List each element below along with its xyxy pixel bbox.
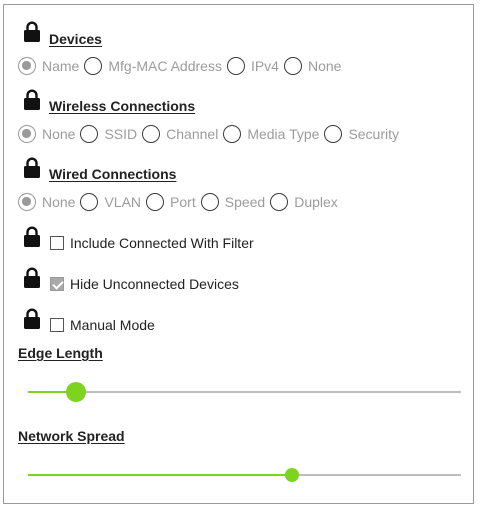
devices-option-none[interactable]: None (283, 57, 342, 75)
radio-button[interactable] (223, 125, 242, 143)
devices-section-title: Devices (49, 31, 102, 47)
wireless-section-title: Wireless Connections (49, 98, 196, 114)
radio-label: Port (170, 194, 196, 210)
radio-button[interactable] (18, 125, 36, 143)
edge-length-slider[interactable] (28, 382, 461, 402)
wired-option-vlan[interactable]: VLAN (80, 193, 141, 211)
radio-button[interactable] (142, 125, 161, 143)
hide-unconnected-label: Hide Unconnected Devices (70, 276, 239, 292)
radio-button[interactable] (200, 193, 219, 211)
radio-label: Speed (224, 194, 266, 210)
radio-label: VLAN (104, 194, 142, 210)
radio-button[interactable] (80, 193, 99, 211)
radio-button[interactable] (18, 193, 36, 211)
radio-button[interactable] (80, 125, 99, 143)
radio-button[interactable] (324, 125, 343, 143)
slider-thumb[interactable] (285, 468, 300, 482)
radio-button[interactable] (270, 193, 289, 211)
wireless-option-none[interactable]: None (18, 125, 75, 143)
lock-icon[interactable] (23, 308, 43, 330)
radio-label: Media Type (247, 126, 320, 142)
include-connected-with-filter-option[interactable]: Include Connected With Filter (50, 233, 254, 253)
wireless-option-media-type[interactable]: Media Type (223, 125, 319, 143)
lock-icon[interactable] (23, 21, 43, 43)
radio-label: Mfg-MAC Address (108, 58, 222, 74)
include-connected-checkbox[interactable] (50, 236, 64, 250)
devices-option-mfg-mac[interactable]: Mfg-MAC Address (84, 57, 222, 75)
manual-mode-option[interactable]: Manual Mode (50, 315, 155, 335)
radio-label: Duplex (294, 194, 338, 210)
radio-label: None (42, 126, 76, 142)
wireless-option-security[interactable]: Security (324, 125, 399, 143)
hide-unconnected-checkbox[interactable] (50, 277, 64, 291)
hide-unconnected-devices-option[interactable]: Hide Unconnected Devices (50, 274, 239, 294)
lock-icon[interactable] (23, 267, 43, 289)
edge-length-label: Edge Length (18, 345, 103, 361)
wired-section-title: Wired Connections (49, 166, 177, 182)
radio-label: None (42, 194, 76, 210)
lock-icon[interactable] (23, 226, 43, 248)
wireless-option-channel[interactable]: Channel (142, 125, 218, 143)
radio-button[interactable] (146, 193, 165, 211)
lock-icon[interactable] (23, 89, 43, 111)
radio-button[interactable] (18, 57, 36, 75)
include-connected-label: Include Connected With Filter (70, 235, 254, 251)
wireless-option-ssid[interactable]: SSID (80, 125, 137, 143)
wired-radio-group: None VLAN Port Speed Duplex (18, 191, 343, 213)
radio-label: SSID (104, 126, 138, 142)
wired-option-speed[interactable]: Speed (200, 193, 266, 211)
wired-option-none[interactable]: None (18, 193, 75, 211)
radio-label: Security (348, 126, 400, 142)
network-spread-label: Network Spread (18, 428, 125, 444)
slider-fill (28, 474, 293, 476)
radio-label: Name (42, 58, 80, 74)
manual-mode-checkbox[interactable] (50, 318, 64, 332)
network-spread-slider[interactable] (28, 465, 461, 485)
slider-thumb[interactable] (65, 382, 86, 402)
radio-button[interactable] (226, 57, 245, 75)
manual-mode-label: Manual Mode (70, 317, 155, 333)
network-view-settings-panel: Devices Name Mfg-MAC Address IPv4 None W… (3, 4, 474, 504)
lock-icon[interactable] (23, 157, 43, 179)
devices-option-ipv4[interactable]: IPv4 (226, 57, 279, 75)
radio-label: IPv4 (250, 58, 279, 74)
devices-option-name[interactable]: Name (18, 57, 79, 75)
slider-track[interactable] (28, 391, 461, 393)
wired-option-port[interactable]: Port (146, 193, 196, 211)
radio-label: Channel (166, 126, 219, 142)
radio-label: None (307, 58, 342, 74)
radio-button[interactable] (84, 57, 103, 75)
radio-button[interactable] (283, 57, 302, 75)
devices-radio-group: Name Mfg-MAC Address IPv4 None (18, 55, 346, 77)
wired-option-duplex[interactable]: Duplex (270, 193, 338, 211)
wireless-radio-group: None SSID Channel Media Type Security (18, 123, 404, 145)
